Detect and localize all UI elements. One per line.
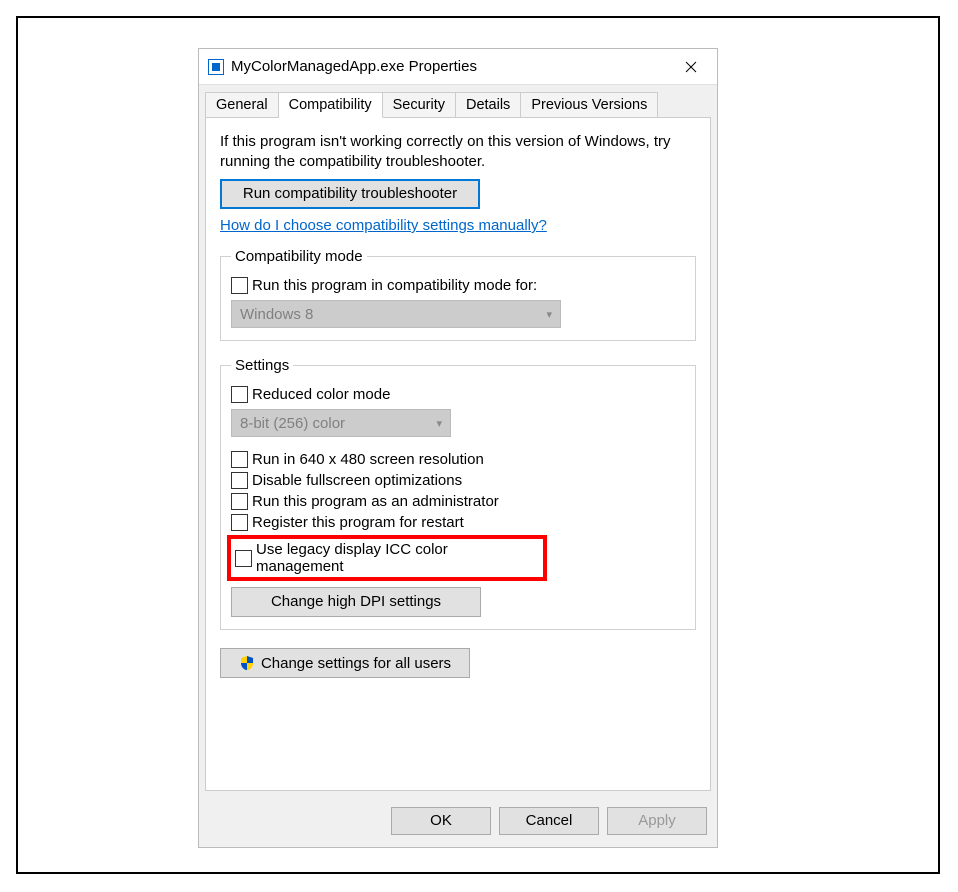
settings-group: Settings Reduced color mode 8-bit (256) … [220, 357, 696, 630]
compatibility-mode-legend: Compatibility mode [231, 248, 367, 265]
tab-details[interactable]: Details [456, 92, 521, 118]
legacy-icc-checkbox[interactable] [235, 550, 252, 567]
tab-general[interactable]: General [205, 92, 279, 118]
run-640x480-checkbox[interactable] [231, 451, 248, 468]
color-mode-combo[interactable]: 8-bit (256) color ▾ [231, 409, 451, 437]
compat-mode-combo[interactable]: Windows 8 ▾ [231, 300, 561, 328]
properties-dialog: MyColorManagedApp.exe Properties General… [198, 48, 718, 848]
run-640x480-label: Run in 640 x 480 screen resolution [252, 451, 484, 468]
compat-mode-combo-value: Windows 8 [240, 306, 313, 323]
close-button[interactable] [669, 51, 713, 83]
change-dpi-button[interactable]: Change high DPI settings [231, 587, 481, 617]
uac-shield-icon [239, 655, 255, 671]
window-title: MyColorManagedApp.exe Properties [231, 58, 669, 75]
settings-legend: Settings [231, 357, 293, 374]
reduced-color-label: Reduced color mode [252, 386, 390, 403]
chevron-down-icon: ▾ [546, 308, 552, 321]
color-mode-combo-value: 8-bit (256) color [240, 415, 345, 432]
compat-mode-checkbox[interactable] [231, 277, 248, 294]
run-troubleshooter-button[interactable]: Run compatibility troubleshooter [220, 179, 480, 209]
tab-previous-versions[interactable]: Previous Versions [521, 92, 658, 118]
intro-text: If this program isn't working correctly … [220, 132, 696, 171]
chevron-down-icon: ▾ [436, 417, 442, 430]
help-link[interactable]: How do I choose compatibility settings m… [220, 217, 696, 234]
compat-mode-label: Run this program in compatibility mode f… [252, 277, 537, 294]
tab-compatibility[interactable]: Compatibility [279, 92, 383, 118]
register-restart-checkbox[interactable] [231, 514, 248, 531]
disable-fullscreen-checkbox[interactable] [231, 472, 248, 489]
legacy-icc-highlight: Use legacy display ICC color management [227, 535, 547, 581]
compatibility-mode-group: Compatibility mode Run this program in c… [220, 248, 696, 341]
app-icon [207, 58, 225, 76]
run-as-admin-label: Run this program as an administrator [252, 493, 499, 510]
tab-panel-compatibility: If this program isn't working correctly … [205, 117, 711, 791]
tab-security[interactable]: Security [383, 92, 456, 118]
disable-fullscreen-label: Disable fullscreen optimizations [252, 472, 462, 489]
register-restart-label: Register this program for restart [252, 514, 464, 531]
cancel-button[interactable]: Cancel [499, 807, 599, 835]
run-as-admin-checkbox[interactable] [231, 493, 248, 510]
change-all-users-button[interactable]: Change settings for all users [220, 648, 470, 678]
document-frame: MyColorManagedApp.exe Properties General… [16, 16, 940, 874]
ok-button[interactable]: OK [391, 807, 491, 835]
apply-button: Apply [607, 807, 707, 835]
dialog-button-row: OK Cancel Apply [199, 797, 717, 847]
change-all-users-label: Change settings for all users [261, 655, 451, 672]
close-icon [685, 61, 697, 73]
tabstrip: General Compatibility Security Details P… [199, 85, 717, 117]
titlebar: MyColorManagedApp.exe Properties [199, 49, 717, 85]
legacy-icc-label: Use legacy display ICC color management [256, 541, 539, 575]
reduced-color-checkbox[interactable] [231, 386, 248, 403]
